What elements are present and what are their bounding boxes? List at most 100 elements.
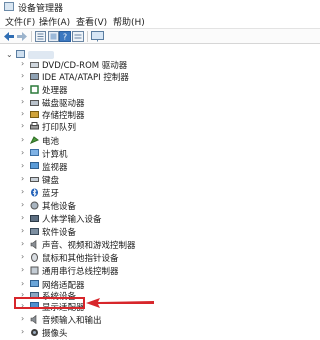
toolbar-separator [31,31,32,42]
computer-icon [30,149,39,156]
tree-item-sound[interactable]: › 声音、视频和游戏控制器 [0,239,320,251]
mouse-icon [31,253,38,262]
audio-io-icon [30,315,37,324]
tree-item-label: 计算机 [42,150,68,160]
chevron-right-icon[interactable]: › [21,213,24,222]
tree-item-bluetooth[interactable]: › 蓝牙 [0,187,320,199]
tree-item-ide[interactable]: › IDE ATA/ATAPI 控制器 [0,71,320,83]
tree-item-label: 存储控制器 [42,111,85,121]
tree-item-usb[interactable]: › 通用串行总线控制器 [0,265,320,277]
tree-item-mouse[interactable]: › 鼠标和其他指针设备 [0,252,320,264]
tree-item-label: 监视器 [42,163,68,173]
chevron-right-icon[interactable]: › [21,109,24,118]
tree-item-label: 摄像头 [42,329,68,339]
chevron-right-icon[interactable]: › [21,161,24,170]
tree-item-label: 打印队列 [42,123,77,133]
tree-item-label: 软件设备 [42,228,77,238]
scan-changes-icon[interactable] [48,31,59,42]
ide-controller-icon [30,73,39,80]
processor-icon [30,85,39,94]
chevron-right-icon[interactable]: › [21,148,24,157]
tree-item-label: 音频输入和输出 [42,316,102,326]
hid-icon [30,215,39,222]
menu-help[interactable]: 帮助(H) [113,15,145,28]
tree-item-label: IDE ATA/ATAPI 控制器 [42,73,129,83]
menu-bar: 文件(F) 操作(A) 查看(V) 帮助(H) [0,14,320,28]
software-device-icon [30,228,39,235]
tree-item-monitor[interactable]: › 监视器 [0,161,320,173]
toolbar-separator [87,31,88,42]
forward-arrow-icon[interactable] [16,31,28,42]
camera-icon [31,329,38,336]
tree-item-label: 声音、视频和游戏控制器 [42,241,136,251]
tree-item-label: 人体学输入设备 [42,215,102,225]
tree-item-other-devices[interactable]: › 其他设备 [0,200,320,212]
tree-item-label: 键盘 [42,176,60,186]
tree-item-audio-io[interactable]: › 音频输入和输出 [0,314,320,326]
monitor-icon [30,162,39,169]
tree-item-disk[interactable]: › 磁盘驱动器 [0,97,320,109]
svg-text:?: ? [63,33,67,42]
chevron-down-icon[interactable]: ⌄ [6,50,13,59]
tree-item-hid[interactable]: › 人体学输入设备 [0,213,320,225]
chevron-right-icon[interactable]: › [21,97,24,106]
keyboard-icon [30,177,39,182]
tree-item-label: 通用串行总线控制器 [42,267,119,277]
chevron-right-icon[interactable]: › [21,314,24,323]
device-view-icon[interactable] [72,31,84,42]
help-icon[interactable]: ? [59,31,71,42]
computer-icon [16,50,25,58]
storage-controller-icon [30,111,39,118]
device-tree: ⌄ › DVD/CD-ROM 驱动器 › IDE ATA/ATAPI 控制器 ›… [0,44,320,340]
tree-item-printer[interactable]: › 打印队列 [0,121,320,133]
chevron-right-icon[interactable]: › [21,174,24,183]
disk-drive-icon [30,100,39,106]
network-adapter-icon [30,280,39,287]
tree-item-label: 其他设备 [42,202,77,212]
tree-item-battery[interactable]: › 电池 [0,135,320,147]
tree-item-label: 电池 [42,137,60,147]
chevron-right-icon[interactable]: › [21,200,24,209]
tree-item-processor[interactable]: › 处理器 [0,84,320,96]
tree-item-dvd[interactable]: › DVD/CD-ROM 驱动器 [0,59,320,71]
tree-item-label: DVD/CD-ROM 驱动器 [42,61,128,71]
chevron-right-icon[interactable]: › [21,279,24,288]
battery-icon [30,136,39,144]
sound-icon [30,240,37,249]
tree-item-label: 磁盘驱动器 [42,99,85,109]
chevron-right-icon[interactable]: › [21,252,24,261]
menu-action[interactable]: 操作(A) [39,15,70,28]
chevron-right-icon[interactable]: › [21,135,24,144]
tree-item-label: 处理器 [42,86,68,96]
annotation-arrow [86,298,154,308]
menu-file[interactable]: 文件(F) [5,15,35,28]
chevron-right-icon[interactable]: › [21,265,24,274]
chevron-right-icon[interactable]: › [21,327,24,336]
chevron-right-icon[interactable]: › [21,187,24,196]
tree-item-label: 蓝牙 [42,189,60,199]
menu-view[interactable]: 查看(V) [76,15,107,28]
properties-icon[interactable] [35,31,46,42]
tree-item-storage[interactable]: › 存储控制器 [0,109,320,121]
chevron-right-icon[interactable]: › [21,121,24,130]
toolbar: ? [0,28,320,44]
tree-item-computer[interactable]: › 计算机 [0,148,320,160]
chevron-right-icon[interactable]: › [21,71,24,80]
device-manager-icon [4,2,14,11]
dvd-drive-icon [30,62,39,68]
tree-item-software-devices[interactable]: › 软件设备 [0,226,320,238]
chevron-right-icon[interactable]: › [21,226,24,235]
printer-icon [30,122,39,130]
highlight-box [14,297,85,309]
monitor-update-icon[interactable] [91,31,104,42]
tree-item-label: 鼠标和其他指针设备 [42,254,119,264]
tree-item-camera[interactable]: › 摄像头 [0,327,320,339]
computer-name-blurred [28,51,54,59]
window-title: 设备管理器 [18,4,64,14]
chevron-right-icon[interactable]: › [21,59,24,68]
tree-item-keyboard[interactable]: › 键盘 [0,174,320,186]
back-arrow-icon[interactable] [3,31,15,42]
chevron-right-icon[interactable]: › [21,84,24,93]
usb-icon [30,266,39,275]
chevron-right-icon[interactable]: › [21,239,24,248]
